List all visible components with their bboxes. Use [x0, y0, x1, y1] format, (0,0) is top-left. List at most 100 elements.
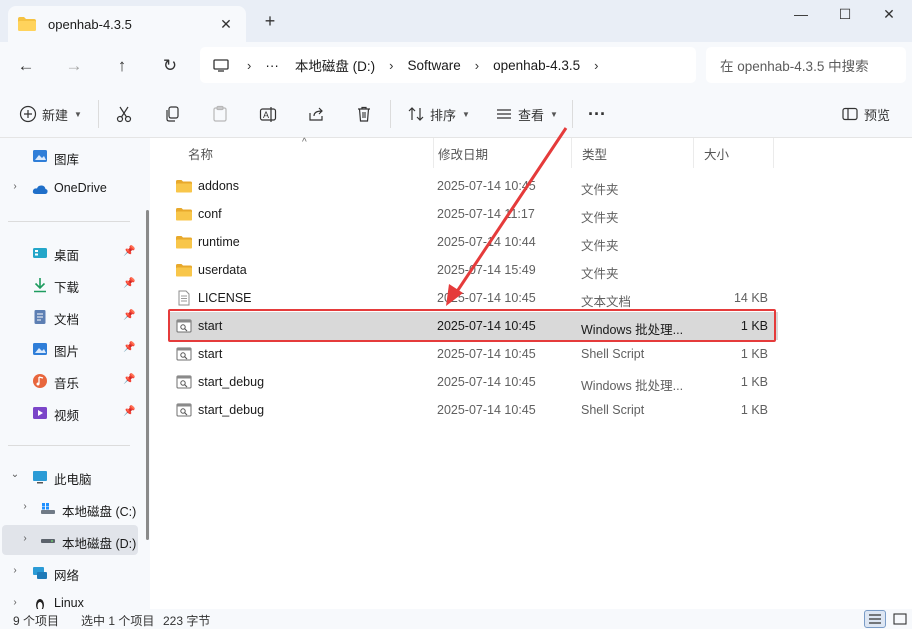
sidebar-item-downloads[interactable]: 下载 📌: [0, 269, 140, 299]
toolbar-divider: [572, 100, 573, 128]
sidebar-item-linux[interactable]: › Linux: [0, 589, 140, 609]
breadcrumb-drive-d[interactable]: 本地磁盘 (D:): [287, 55, 383, 75]
chevron-right-icon[interactable]: ›: [9, 565, 21, 576]
sort-button[interactable]: 排序 ▼: [406, 100, 470, 128]
breadcrumb-openhab[interactable]: openhab-4.3.5: [485, 58, 588, 73]
forward-button[interactable]: →: [60, 52, 88, 80]
tab-close-icon[interactable]: ✕: [216, 14, 236, 34]
chevron-down-icon[interactable]: ⌄: [9, 469, 21, 480]
new-tab-button[interactable]: +: [260, 12, 280, 32]
pin-icon: 📌: [123, 342, 136, 353]
pin-icon: 📌: [123, 278, 136, 289]
file-row-start[interactable]: start 2025-07-14 10:45 Shell Script 1 KB: [168, 340, 778, 368]
sidebar-divider: [8, 445, 130, 446]
copy-button[interactable]: [162, 100, 182, 128]
close-window-button[interactable]: ✕: [866, 0, 912, 28]
back-button[interactable]: ←: [12, 52, 40, 80]
chevron-right-icon[interactable]: ›: [19, 501, 31, 512]
svg-text:A: A: [263, 110, 269, 120]
rename-button[interactable]: A: [258, 100, 278, 128]
sidebar-item-label: 本地磁盘 (C:): [62, 505, 137, 519]
details-view-button[interactable]: [864, 610, 886, 628]
file-row-runtime[interactable]: runtime 2025-07-14 10:44 文件夹: [168, 228, 778, 256]
sidebar-item-videos[interactable]: 视频 📌: [0, 397, 140, 427]
file-row-userdata[interactable]: userdata 2025-07-14 15:49 文件夹: [168, 256, 778, 284]
share-button[interactable]: [306, 100, 326, 128]
new-label: 新建: [42, 107, 69, 123]
pin-icon: 📌: [123, 310, 136, 321]
sidebar-item-onedrive[interactable]: › OneDrive: [0, 173, 140, 203]
file-row-start-debug[interactable]: start_debug 2025-07-14 10:45 Windows 批处理..…: [168, 368, 778, 396]
preview-button[interactable]: 预览: [840, 100, 890, 128]
chevron-right-icon[interactable]: ›: [9, 181, 21, 192]
chevron-down-icon: ▼: [74, 109, 82, 119]
file-row-start[interactable]: start 2025-07-14 10:45 Windows 批处理... 1 KB: [168, 312, 778, 340]
chevron-right-icon[interactable]: ›: [19, 533, 31, 544]
sidebar-item-network[interactable]: › 网络: [0, 557, 140, 587]
item-count: 9 个项目: [13, 614, 60, 628]
up-button[interactable]: ↑: [108, 52, 136, 80]
navigation-bar: ← → ↑ ↻ › ··· 本地磁盘 (D:) › Software › ope…: [0, 42, 912, 90]
file-size: 14 KB: [733, 291, 768, 305]
toolbar-divider: [98, 100, 99, 128]
sidebar-item-documents[interactable]: 文档 📌: [0, 301, 140, 331]
sidebar-item-pictures[interactable]: 图片 📌: [0, 333, 140, 363]
address-bar[interactable]: › ··· 本地磁盘 (D:) › Software › openhab-4.3…: [200, 47, 696, 83]
sidebar-item-label: 图库: [54, 153, 80, 167]
breadcrumb-more[interactable]: ···: [257, 58, 287, 73]
sidebar-item-gallery[interactable]: 图库: [0, 141, 140, 171]
sidebar-item-drive-d[interactable]: › 本地磁盘 (D:): [2, 525, 138, 555]
sidebar-item-drive-c[interactable]: › 本地磁盘 (C:): [0, 493, 140, 523]
delete-button[interactable]: [354, 100, 374, 128]
chevron-down-icon: ▼: [550, 109, 558, 119]
breadcrumb-software[interactable]: Software: [399, 58, 468, 73]
file-row-license[interactable]: LICENSE 2025-07-14 10:45 文本文档 14 KB: [168, 284, 778, 312]
column-header-name[interactable]: 名称 ^: [178, 137, 434, 168]
copy-icon: [162, 104, 182, 124]
file-row-addons[interactable]: addons 2025-07-14 10:45 文件夹: [168, 172, 778, 200]
sidebar-scrollbar[interactable]: [146, 210, 149, 540]
tiles-view-button[interactable]: [889, 610, 911, 628]
script-file-icon: [176, 346, 192, 362]
new-button[interactable]: 新建 ▼: [18, 100, 82, 128]
sidebar-item-label: 此电脑: [54, 473, 92, 487]
file-size: 1 KB: [740, 403, 768, 417]
share-icon: [306, 104, 326, 124]
search-input[interactable]: 在 openhab-4.3.5 中搜索: [706, 47, 906, 83]
cut-button[interactable]: [114, 100, 134, 128]
details-view-icon: [869, 614, 881, 624]
pin-icon: 📌: [123, 406, 136, 417]
refresh-button[interactable]: ↻: [156, 52, 184, 80]
file-size: 1 KB: [740, 347, 768, 361]
drive-c-icon: [41, 503, 55, 514]
tab-openhab[interactable]: openhab-4.3.5 ✕: [8, 6, 246, 42]
column-header-label: 名称: [188, 147, 214, 162]
script-file-icon: [176, 318, 192, 334]
minimize-button[interactable]: —: [778, 0, 824, 28]
sidebar-item-this-pc[interactable]: ⌄ 此电脑: [0, 461, 140, 491]
chevron-right-icon[interactable]: ›: [9, 597, 21, 608]
file-name: start: [198, 347, 223, 361]
paste-button[interactable]: [210, 100, 230, 128]
file-date: 2025-07-14 10:45: [437, 179, 536, 193]
column-header-date[interactable]: 修改日期: [428, 138, 572, 168]
file-name: start: [198, 319, 223, 333]
file-row-conf[interactable]: conf 2025-07-14 11:17 文件夹: [168, 200, 778, 228]
file-type: 文件夹: [581, 183, 619, 197]
video-icon: [33, 407, 47, 419]
file-date: 2025-07-14 10:44: [437, 235, 536, 249]
view-label: 查看: [518, 107, 545, 123]
scissors-icon: [114, 104, 134, 124]
file-row-start-debug[interactable]: start_debug 2025-07-14 10:45 Shell Script 1…: [168, 396, 778, 424]
column-header-size[interactable]: 大小: [694, 138, 774, 168]
view-button[interactable]: 查看 ▼: [494, 100, 558, 128]
column-header-type[interactable]: 类型: [572, 138, 694, 168]
drive-d-icon: [41, 539, 55, 543]
more-options-button[interactable]: ···: [588, 100, 606, 128]
folder-icon: [176, 262, 192, 278]
sidebar-item-music[interactable]: 音乐 📌: [0, 365, 140, 395]
sidebar-item-desktop[interactable]: 桌面 📌: [0, 237, 140, 267]
maximize-button[interactable]: ☐: [822, 0, 868, 28]
file-date: 2025-07-14 10:45: [437, 403, 536, 417]
file-type: 文本文档: [581, 295, 632, 309]
